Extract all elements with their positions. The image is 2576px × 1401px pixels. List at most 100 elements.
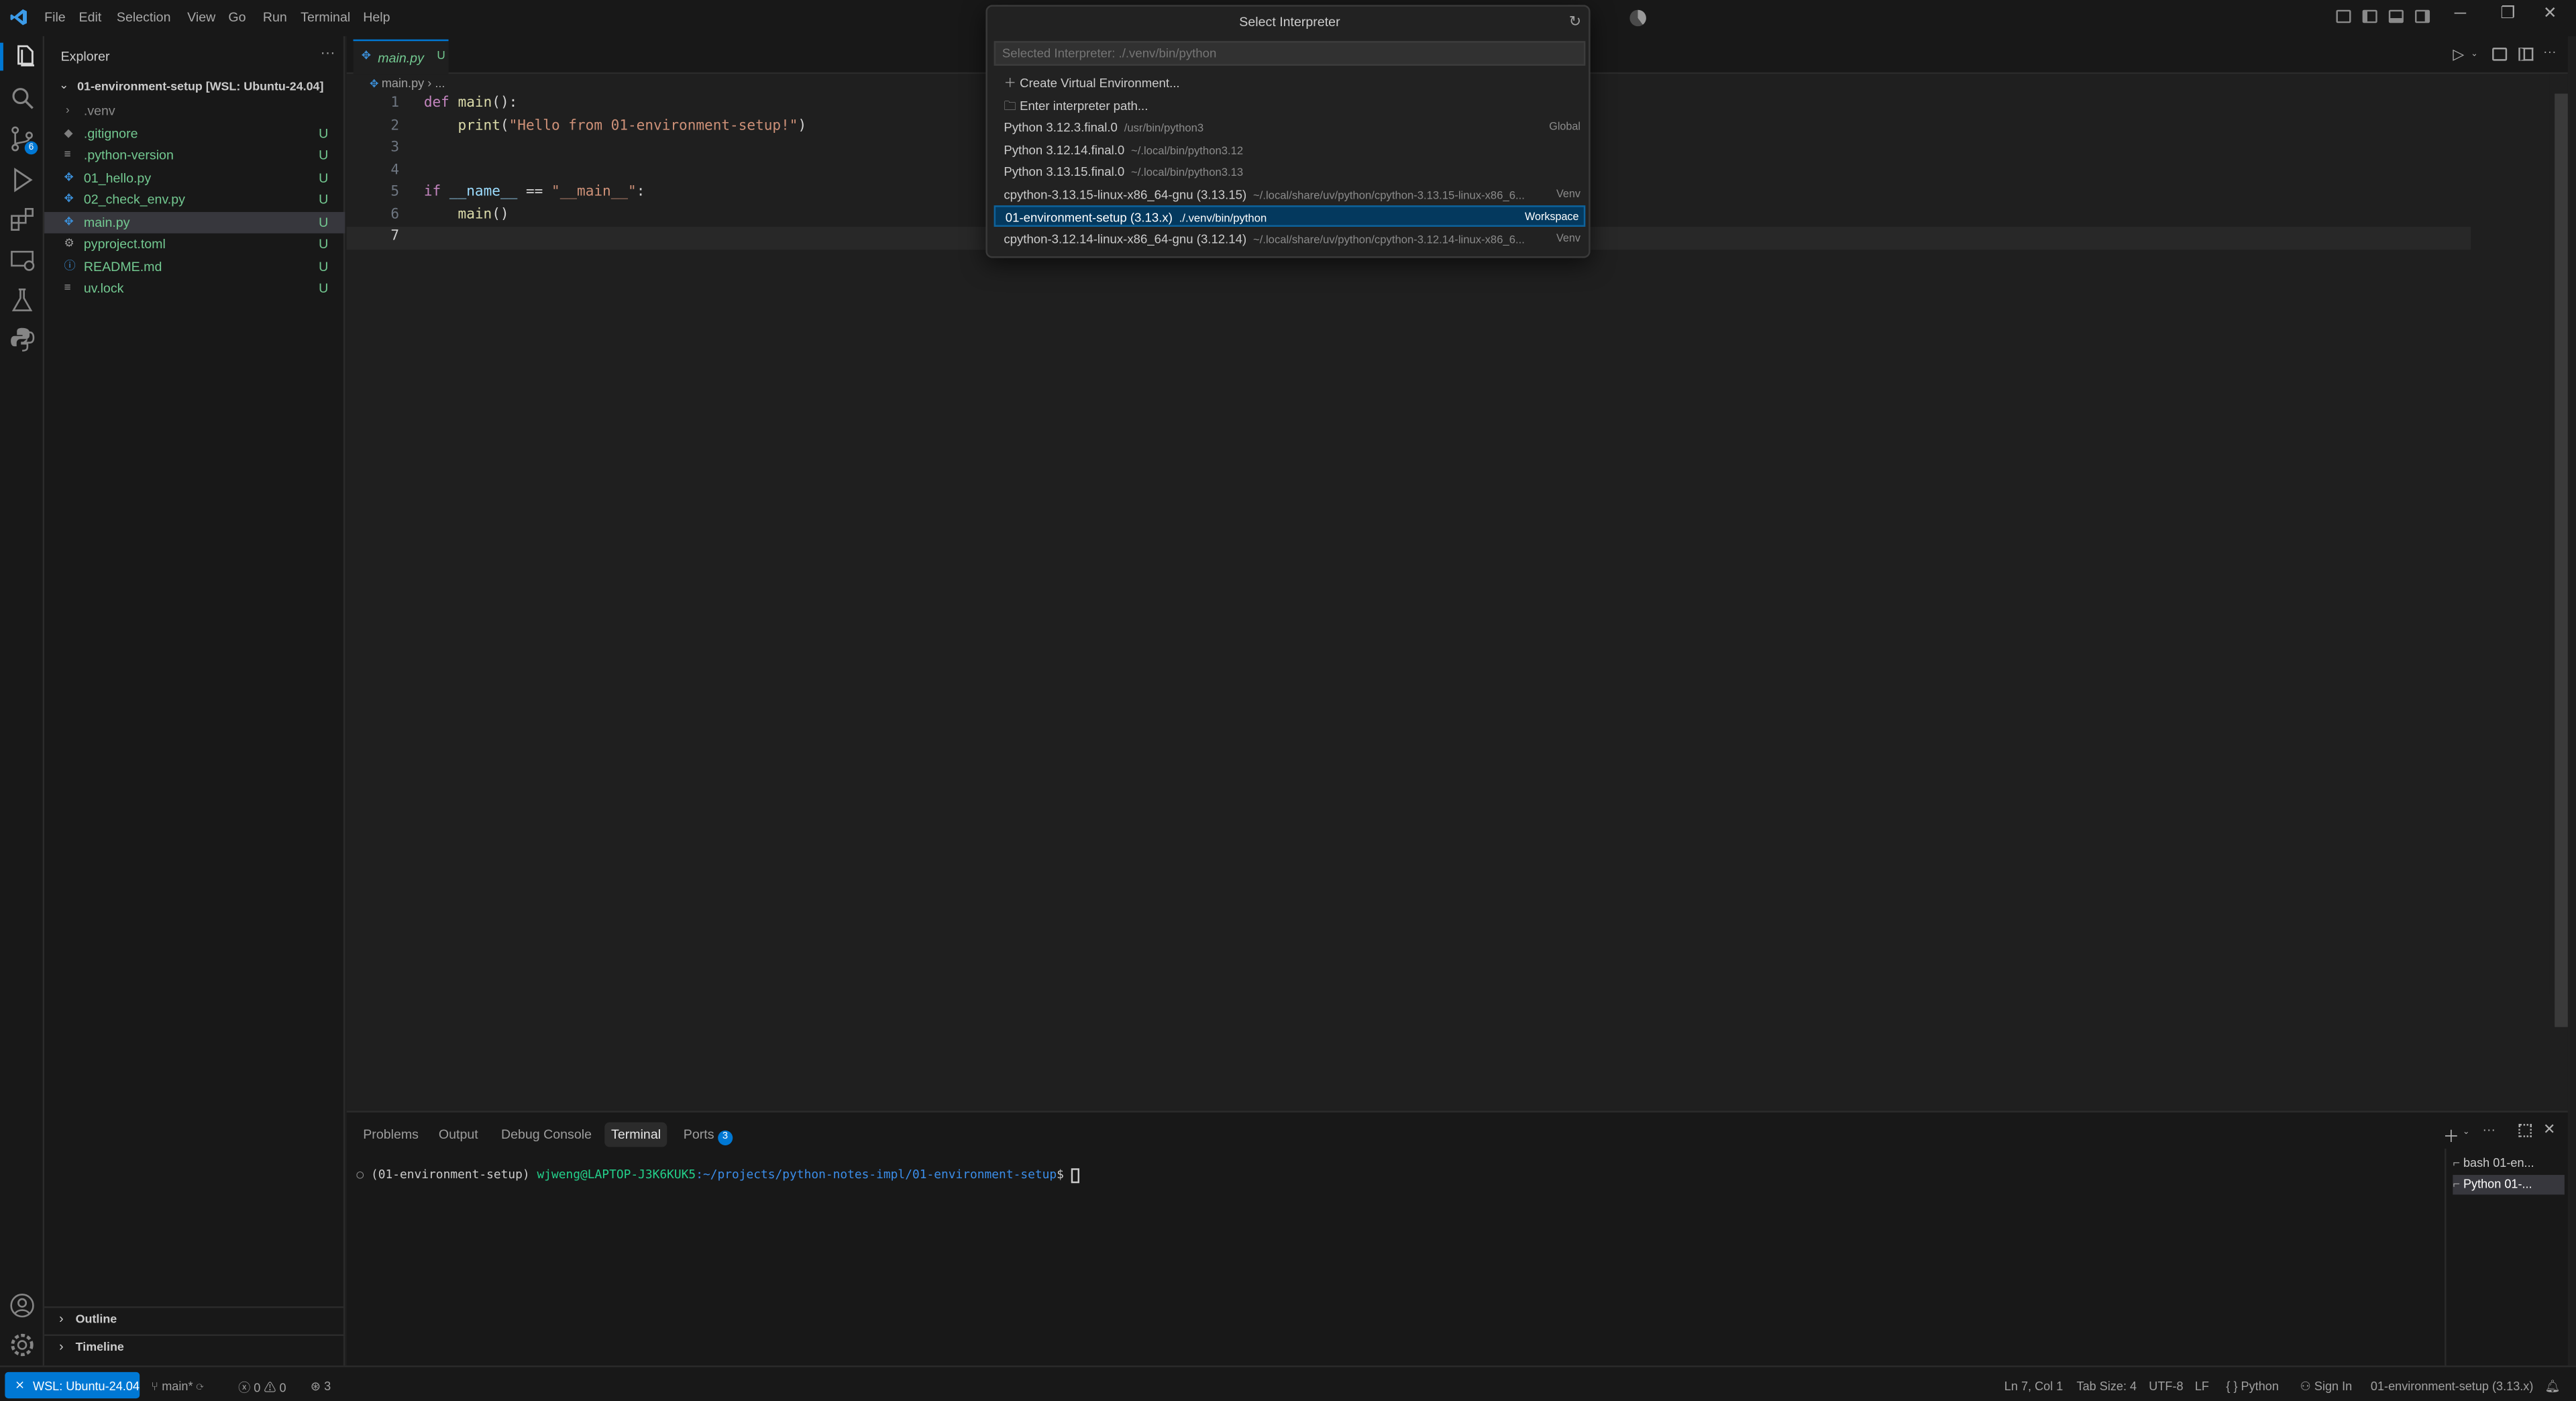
status-bar: ⨯ WSL: Ubuntu-24.04 ⑂ main* ⟳ ⓧ 0 ⚠ 0 ⊛ …: [0, 1365, 2576, 1401]
tab-debug-console[interactable]: Debug Console: [501, 1127, 592, 1142]
maximize-panel-icon[interactable]: [2518, 1124, 2532, 1137]
editor-more-icon[interactable]: ···: [2543, 44, 2557, 59]
ports-indicator[interactable]: ⊛ 3: [311, 1379, 331, 1394]
notifications-bell-icon[interactable]: 🔔︎: [2545, 1379, 2561, 1394]
menu-file[interactable]: File: [44, 10, 66, 25]
terminal-list-item-bash[interactable]: ⌐ bash 01-en...: [2453, 1153, 2565, 1173]
sidebar-title: Explorer: [60, 49, 110, 64]
tab-problems[interactable]: Problems: [363, 1127, 419, 1142]
menu-view[interactable]: View: [187, 10, 215, 25]
tree-item-pyproject[interactable]: ⚙ pyproject.toml U: [44, 234, 345, 255]
accounts-icon[interactable]: [8, 1292, 36, 1320]
tree-item-uv-lock[interactable]: ≡ uv.lock U: [44, 278, 345, 299]
toggle-primary-sidebar-icon[interactable]: [2362, 9, 2377, 23]
tree-item-02-check-env[interactable]: ✥ 02_check_env.py U: [44, 189, 345, 211]
editor-tab-main[interactable]: ✥ main.py U: [353, 39, 449, 74]
timeline-section[interactable]: › Timeline: [44, 1334, 345, 1356]
source-control-icon[interactable]: 6: [8, 125, 38, 155]
chevron-down-icon: ⌄: [59, 81, 69, 93]
toggle-secondary-sidebar-icon[interactable]: [2415, 9, 2430, 23]
split-editor-icon[interactable]: [2518, 48, 2534, 61]
close-window-icon[interactable]: ✕: [2543, 5, 2557, 23]
tab-ports[interactable]: Ports 3: [684, 1127, 733, 1145]
scrollbar-thumb[interactable]: [2555, 93, 2568, 1027]
terminal-output[interactable]: ○ (01-environment-setup) wjweng@LAPTOP-J…: [356, 1166, 1079, 1183]
run-python-file-icon[interactable]: ▷: [2453, 46, 2464, 64]
tab-output[interactable]: Output: [439, 1127, 478, 1142]
remote-indicator[interactable]: ⨯ WSL: Ubuntu-24.04: [5, 1371, 140, 1399]
interpreter-option[interactable]: Python 3.13.15.final.0 ~/.local/bin/pytho…: [994, 161, 1586, 183]
language-mode[interactable]: { } Python: [2226, 1379, 2279, 1394]
activity-bar: 6: [0, 36, 45, 1366]
run-dropdown-icon[interactable]: ⌄: [2471, 49, 2477, 59]
panel-more-icon[interactable]: ···: [2482, 1123, 2496, 1137]
toggle-panel-icon[interactable]: [2388, 9, 2404, 23]
tab-terminal[interactable]: Terminal: [604, 1122, 667, 1147]
interpreter-option[interactable]: Python 3.12.14.final.0 ~/.local/bin/pytho…: [994, 140, 1586, 161]
branch-indicator[interactable]: ⑂ main* ⟳: [151, 1379, 203, 1394]
tree-item-01-hello[interactable]: ✥ 01_hello.py U: [44, 168, 345, 189]
terminal-list: ⌐ bash 01-en... ⌐ Python 01-...: [2445, 1148, 2568, 1367]
problems-indicator[interactable]: ⓧ 0 ⚠ 0: [238, 1379, 286, 1397]
new-terminal-plus-icon[interactable]: ＋: [2443, 1123, 2459, 1147]
menu-run[interactable]: Run: [263, 10, 287, 25]
tree-item-gitignore[interactable]: ◆ .gitignore U: [44, 123, 345, 145]
breadcrumb-file[interactable]: main.py: [382, 76, 424, 91]
interpreter-option[interactable]: cpython-3.13.15-linux-x86_64-gnu (3.13.1…: [994, 184, 1586, 205]
interpreter-option[interactable]: cpython-3.12.14-linux-x86_64-gnu (3.12.1…: [994, 228, 1586, 250]
terminal-dropdown-icon[interactable]: ⌄: [2463, 1127, 2469, 1137]
interpreter-option[interactable]: Python 3.12.3.final.0/usr/bin/python3 Gl…: [994, 117, 1586, 138]
explorer-icon[interactable]: [0, 42, 44, 71]
workspace-root-folder[interactable]: ⌄ 01-environment-setup [WSL: Ubuntu-24.0…: [44, 76, 345, 97]
end-of-line[interactable]: LF: [2195, 1379, 2209, 1394]
python-icon[interactable]: [8, 325, 36, 354]
testing-icon[interactable]: [8, 286, 36, 314]
open-changes-icon[interactable]: [2492, 48, 2508, 61]
chevron-right-icon: ›: [427, 75, 435, 91]
menu-edit[interactable]: Edit: [79, 10, 102, 25]
terminal-list-item-python[interactable]: ⌐ Python 01-...: [2453, 1175, 2565, 1195]
tab-size[interactable]: Tab Size: 4: [2077, 1379, 2137, 1394]
more-actions-icon[interactable]: ···: [321, 44, 335, 60]
menu-selection[interactable]: Selection: [117, 10, 171, 25]
search-icon[interactable]: [8, 84, 36, 112]
interpreter-option-selected[interactable]: 01-environment-setup (3.13.x) ./.venv/bin…: [994, 205, 1586, 227]
sign-in[interactable]: ⚇ Sign In: [2300, 1379, 2353, 1394]
enter-interpreter-path-option[interactable]: 🗀 Enter interpreter path...: [994, 95, 1586, 117]
encoding[interactable]: UTF-8: [2149, 1379, 2183, 1394]
prompt-circle-icon: ○: [356, 1166, 371, 1182]
run-debug-icon[interactable]: [8, 166, 36, 194]
radio-tower-icon: ⊛: [310, 1378, 325, 1394]
minimize-icon[interactable]: ─: [2455, 5, 2466, 23]
tree-item-venv[interactable]: › .venv: [44, 100, 345, 121]
info-file-icon: ⓘ: [64, 261, 76, 273]
tree-item-python-version[interactable]: ≡ .python-version U: [44, 145, 345, 166]
plus-icon: ＋: [1004, 75, 1020, 91]
ports-badge: 3: [717, 1130, 733, 1145]
breadcrumb-symbol[interactable]: ...: [435, 76, 445, 91]
python-interpreter-indicator[interactable]: 01-environment-setup (3.13.x): [2371, 1379, 2533, 1394]
menu-terminal[interactable]: Terminal: [301, 10, 350, 25]
manage-gear-icon[interactable]: [8, 1331, 36, 1359]
tree-item-readme[interactable]: ⓘ README.md U: [44, 256, 345, 278]
quick-pick-title: Select Interpreter: [1239, 15, 1340, 30]
terminal-icon: ⌐: [2453, 1176, 2463, 1192]
minimap-scrollbar[interactable]: [2549, 74, 2568, 1027]
copilot-icon[interactable]: [1629, 9, 1646, 27]
menu-help[interactable]: Help: [363, 10, 390, 25]
cursor-position[interactable]: Ln 7, Col 1: [2004, 1379, 2063, 1394]
tree-item-main[interactable]: ✥ main.py U: [44, 211, 345, 234]
outline-section[interactable]: › Outline: [44, 1306, 345, 1328]
remote-explorer-icon[interactable]: [8, 246, 36, 274]
python-file-icon: ✥: [370, 79, 382, 91]
customize-layout-icon[interactable]: [2336, 9, 2351, 23]
create-venv-option[interactable]: ＋ Create Virtual Environment...: [994, 72, 1586, 94]
extensions-icon[interactable]: [8, 205, 36, 234]
interpreter-search-input[interactable]: [994, 41, 1586, 66]
close-panel-icon[interactable]: ✕: [2543, 1121, 2555, 1139]
git-file-icon: ◆: [64, 128, 73, 140]
breadcrumb: ✥ main.py › ...: [370, 76, 445, 91]
restore-icon[interactable]: ❐: [2500, 5, 2515, 23]
menu-go[interactable]: Go: [228, 10, 246, 25]
refresh-icon[interactable]: ↻: [1569, 13, 1581, 32]
